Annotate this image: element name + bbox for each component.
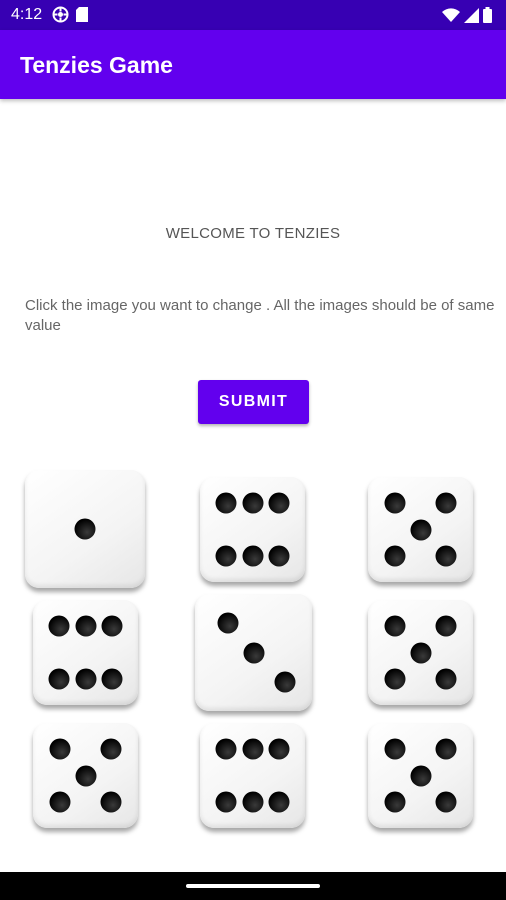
die-pip — [384, 545, 406, 567]
die-pip — [410, 519, 431, 540]
die-pip — [410, 642, 431, 663]
die-1[interactable] — [25, 470, 145, 588]
instructions-text: Click the image you want to change . All… — [25, 297, 495, 334]
die-pip — [384, 791, 406, 813]
die-pip — [274, 671, 296, 693]
die-pip — [435, 668, 457, 690]
die-pip — [384, 668, 406, 690]
status-bar: 4:12 — [0, 0, 506, 30]
die-3[interactable] — [368, 477, 473, 582]
wifi-icon — [442, 7, 460, 28]
die-2[interactable] — [200, 477, 305, 582]
die-pip — [101, 615, 123, 637]
die-pip — [268, 738, 290, 760]
die-pip — [435, 615, 457, 637]
navigation-bar — [0, 872, 506, 900]
die-pip — [242, 545, 263, 567]
die-pip — [435, 545, 457, 567]
welcome-heading: WELCOME TO TENZIES — [165, 225, 341, 242]
die-6[interactable] — [368, 600, 473, 705]
die-pip — [49, 738, 71, 760]
die-pip — [48, 615, 70, 637]
die-pip — [101, 668, 123, 690]
battery-icon — [483, 7, 492, 28]
die-pip — [384, 492, 406, 514]
die-pip — [435, 738, 457, 760]
die-pip — [215, 791, 237, 813]
vpn-icon — [52, 6, 69, 28]
die-7[interactable] — [33, 723, 138, 828]
cell-signal-icon — [464, 7, 479, 28]
die-pip — [242, 791, 263, 813]
die-pip — [215, 738, 237, 760]
die-pip — [48, 668, 70, 690]
die-pip — [435, 492, 457, 514]
die-pip — [100, 738, 122, 760]
home-indicator[interactable] — [186, 884, 320, 888]
status-right-icons — [442, 7, 492, 28]
die-pip — [75, 765, 96, 786]
die-pip — [242, 738, 263, 760]
die-pip — [75, 615, 96, 637]
die-4[interactable] — [33, 600, 138, 705]
status-time: 4:12 — [11, 6, 43, 23]
die-pip — [215, 545, 237, 567]
app-title: Tenzies Game — [20, 52, 173, 78]
die-5[interactable] — [195, 594, 312, 711]
die-pip — [215, 492, 237, 514]
die-pip — [242, 492, 263, 514]
submit-button[interactable]: SUBMIT — [198, 380, 309, 424]
die-pip — [435, 791, 457, 813]
die-pip — [100, 791, 122, 813]
die-pip — [268, 791, 290, 813]
die-pip — [384, 738, 406, 760]
status-left-icons — [52, 6, 89, 28]
die-pip — [49, 791, 71, 813]
die-pip — [74, 518, 96, 540]
die-pip — [243, 642, 264, 663]
die-8[interactable] — [200, 723, 305, 828]
sd-card-icon — [75, 6, 89, 28]
die-pip — [384, 615, 406, 637]
die-pip — [268, 545, 290, 567]
die-pip — [217, 612, 239, 634]
die-pip — [410, 765, 431, 786]
die-pip — [268, 492, 290, 514]
die-pip — [75, 668, 96, 690]
die-9[interactable] — [368, 723, 473, 828]
app-bar: Tenzies Game — [0, 30, 506, 99]
